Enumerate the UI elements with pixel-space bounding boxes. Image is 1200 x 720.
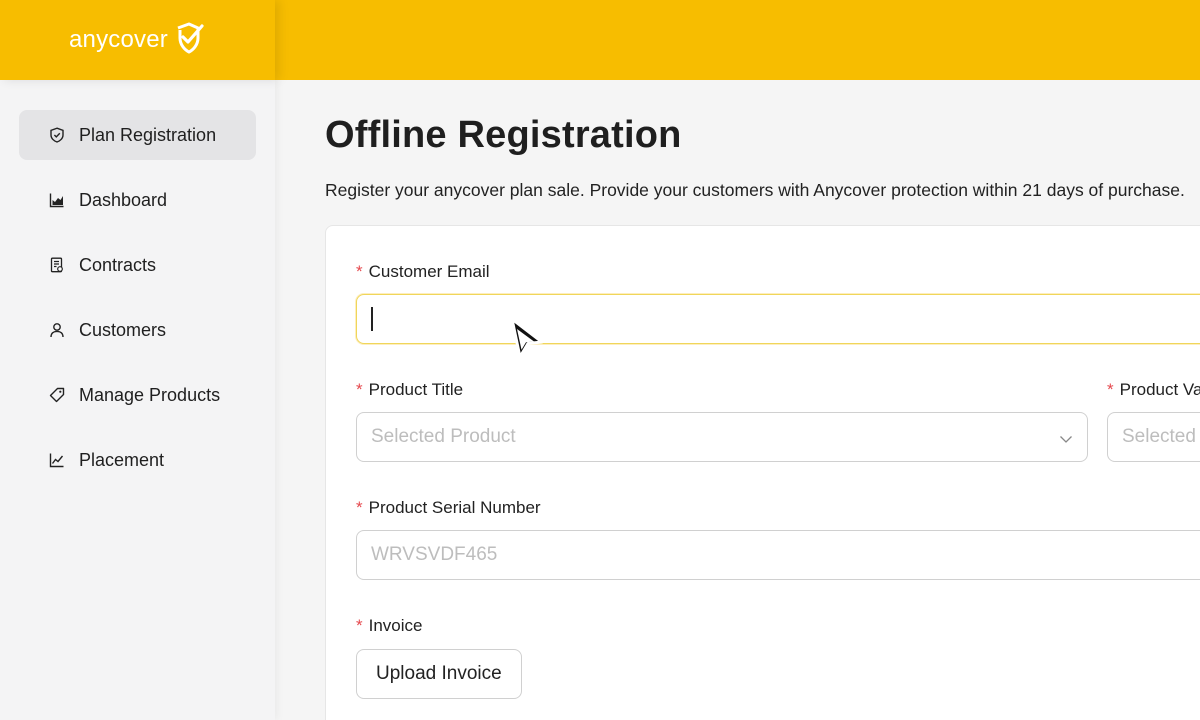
product-value-select[interactable]: Selected (1107, 412, 1200, 462)
serial-number-input[interactable]: WRVSVDF465 (356, 530, 1200, 580)
sidebar-item-label: Plan Registration (79, 124, 217, 145)
sidebar-item-contracts[interactable]: Contracts (19, 240, 256, 290)
main-content: Offline Registration Register your anyco… (275, 80, 1200, 720)
shield-check-icon (172, 21, 206, 60)
invoice-label-text: Invoice (368, 616, 423, 635)
required-mark: * (356, 616, 363, 635)
brand-name: anycover (69, 26, 168, 53)
serial-number-label-text: Product Serial Number (368, 498, 541, 517)
product-value-label: * Product Va (1107, 380, 1200, 400)
customer-email-label: * Customer Email (356, 262, 490, 282)
sidebar-item-placement[interactable]: Placement (19, 435, 256, 485)
customer-email-label-text: Customer Email (368, 262, 490, 281)
sidebar-item-label: Contracts (79, 254, 157, 275)
user-icon (49, 322, 65, 338)
sidebar-item-label: Dashboard (79, 189, 168, 210)
sidebar-item-plan-registration[interactable]: Plan Registration (19, 110, 256, 160)
sidebar-item-manage-products[interactable]: Manage Products (19, 370, 256, 420)
mouse-cursor-icon (508, 316, 548, 367)
serial-number-placeholder: WRVSVDF465 (371, 544, 498, 565)
sidebar-item-dashboard[interactable]: Dashboard (19, 175, 256, 225)
sidebar-item-label: Placement (79, 449, 165, 470)
page-title: Offline Registration (325, 114, 682, 156)
product-value-placeholder: Selected (1122, 426, 1196, 447)
required-mark: * (356, 262, 363, 281)
serial-number-label: * Product Serial Number (356, 498, 541, 518)
upload-invoice-button[interactable]: Upload Invoice (356, 649, 522, 699)
page-subtitle: Register your anycover plan sale. Provid… (325, 180, 1185, 200)
invoice-label: * Invoice (356, 616, 423, 636)
product-title-select[interactable]: Selected Product (356, 412, 1088, 462)
required-mark: * (356, 498, 363, 517)
product-title-placeholder: Selected Product (371, 426, 516, 447)
line-chart-icon (49, 452, 65, 468)
customer-email-input[interactable] (356, 294, 1200, 344)
required-mark: * (1107, 380, 1114, 399)
document-icon (49, 257, 65, 273)
chevron-down-icon (1059, 430, 1073, 452)
shield-icon (49, 127, 65, 143)
product-title-label-text: Product Title (368, 380, 464, 399)
sidebar: Plan Registration Dashboard Contracts Cu… (0, 80, 275, 720)
sidebar-item-label: Customers (79, 319, 167, 340)
tag-icon (49, 387, 65, 403)
required-mark: * (356, 380, 363, 399)
product-value-label-text: Product Va (1119, 380, 1200, 399)
product-title-label: * Product Title (356, 380, 463, 400)
registration-form: * Customer Email * Product Title Selected … (325, 225, 1200, 720)
sidebar-item-label: Manage Products (79, 384, 221, 405)
bar-chart-icon (49, 192, 65, 208)
text-caret (371, 307, 373, 331)
sidebar-item-customers[interactable]: Customers (19, 305, 256, 355)
brand-logo[interactable]: anycover (0, 0, 275, 80)
